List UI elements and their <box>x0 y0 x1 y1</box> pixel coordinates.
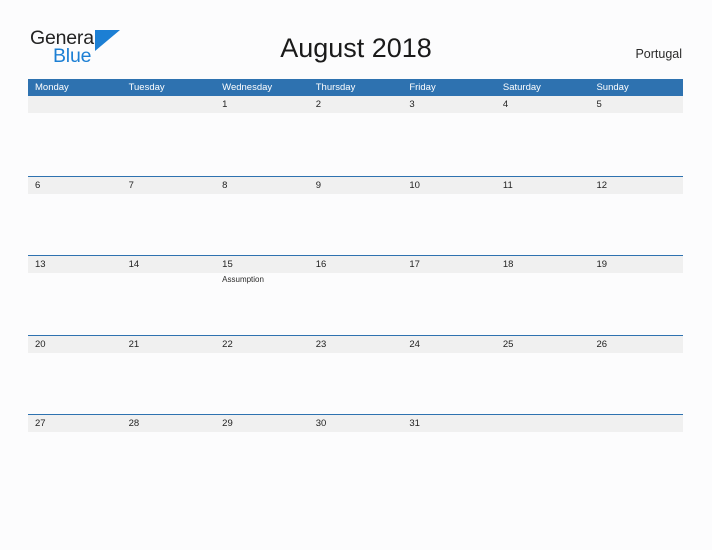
day-cell[interactable]: 29 <box>215 415 309 494</box>
day-number: 12 <box>596 179 608 191</box>
day-number: 25 <box>502 338 514 350</box>
day-number: 30 <box>315 418 327 429</box>
weekday-saturday: Saturday <box>502 82 541 93</box>
day-cell[interactable]: 4 <box>496 96 590 176</box>
day-cell[interactable]: 5 <box>589 96 683 176</box>
day-number: 10 <box>409 179 420 191</box>
day-cell[interactable]: 19 <box>589 256 683 335</box>
day-cell[interactable]: 2 <box>309 96 403 176</box>
day-cell[interactable]: 28 <box>122 415 216 494</box>
day-number: 6 <box>35 179 41 191</box>
day-number: 16 <box>315 259 327 270</box>
day-number: 2 <box>315 99 322 110</box>
day-cell[interactable]: 1 <box>215 96 309 176</box>
calendar-week-row: 6 7 8 9 10 11 12 <box>28 175 683 256</box>
day-number: 22 <box>222 338 233 350</box>
day-number: 24 <box>409 338 420 350</box>
day-number: 19 <box>596 259 608 270</box>
day-cell[interactable]: 6 <box>28 177 122 256</box>
day-cell[interactable]: 20 <box>28 336 122 415</box>
day-cell-empty <box>589 415 683 494</box>
day-cell[interactable]: 18 <box>496 256 590 335</box>
day-cell[interactable]: 7 <box>122 177 216 256</box>
weekday-wednesday: Wednesday <box>222 82 273 93</box>
day-cell[interactable]: 27 <box>28 415 122 494</box>
day-cell[interactable]: 10 <box>402 177 496 256</box>
day-cell[interactable]: 3 <box>402 96 496 176</box>
weekday-sunday: Sunday <box>596 82 629 93</box>
day-number: 5 <box>596 99 602 110</box>
day-cell-empty <box>496 415 590 494</box>
holiday-label: Assumption <box>222 275 264 284</box>
calendar-grid: Monday Tuesday Wednesday Thursday Friday… <box>28 79 683 494</box>
calendar-page: General Blue August 2018 Portugal Monday… <box>0 0 712 550</box>
day-cell[interactable]: 26 <box>589 336 683 415</box>
day-number: 28 <box>128 418 140 429</box>
day-number: 31 <box>409 418 420 429</box>
day-number: 4 <box>502 99 509 110</box>
day-number: 9 <box>315 179 322 191</box>
day-number: 8 <box>222 179 228 191</box>
day-cell[interactable]: 23 <box>309 336 403 415</box>
weekday-monday: Monday <box>35 82 69 93</box>
calendar-week-row: 27 28 29 30 31 <box>28 414 683 494</box>
day-cell[interactable]: 22 <box>215 336 309 415</box>
day-cell[interactable]: 9 <box>309 177 403 256</box>
day-cell-empty <box>122 96 216 176</box>
day-number: 14 <box>128 259 140 270</box>
day-cell[interactable]: 16 <box>309 256 403 335</box>
calendar-week-row: 13 14 15 Assumption 16 17 18 19 <box>28 255 683 335</box>
day-cell[interactable]: 24 <box>402 336 496 415</box>
day-cell-empty <box>28 96 122 176</box>
calendar-weeks: 1 2 3 4 5 6 7 8 9 10 11 12 13 14 15 Assumption 16 17 18 19 2… <box>28 96 683 494</box>
day-cell[interactable]: 12 <box>589 177 683 256</box>
day-number: 20 <box>35 338 46 350</box>
weekday-friday: Friday <box>409 82 436 93</box>
day-number: 23 <box>315 338 327 350</box>
weekday-tuesday: Tuesday <box>128 82 165 93</box>
day-cell[interactable]: 8 <box>215 177 309 256</box>
day-cell[interactable]: 21 <box>122 336 216 415</box>
day-number: 3 <box>409 99 415 110</box>
day-cell[interactable]: 11 <box>496 177 590 256</box>
day-cell[interactable]: 31 <box>402 415 496 494</box>
day-cell[interactable]: 15 Assumption <box>215 256 309 335</box>
day-number: 13 <box>35 259 46 270</box>
day-cell[interactable]: 13 <box>28 256 122 335</box>
page-title: August 2018 <box>280 33 432 63</box>
day-number: 15 <box>222 259 233 270</box>
day-number: 26 <box>596 338 608 350</box>
day-number: 29 <box>222 418 233 429</box>
day-number: 11 <box>502 179 513 191</box>
weekday-thursday: Thursday <box>315 82 356 93</box>
region-label: Portugal <box>635 47 682 61</box>
calendar-week-row: 20 21 22 23 24 25 26 <box>28 334 683 415</box>
calendar-week-row: 1 2 3 4 5 <box>28 96 683 176</box>
day-number: 18 <box>502 259 514 270</box>
page-header: General Blue August 2018 Portugal <box>0 0 712 65</box>
day-cell[interactable]: 14 <box>122 256 216 335</box>
day-number: 7 <box>128 179 134 191</box>
day-number: 1 <box>222 99 228 110</box>
day-number: 17 <box>409 259 420 270</box>
day-number: 27 <box>35 418 46 429</box>
day-cell[interactable]: 25 <box>496 336 590 415</box>
day-number: 21 <box>128 338 140 350</box>
weekday-header-row: Monday Tuesday Wednesday Thursday Friday… <box>28 79 683 96</box>
day-cell[interactable]: 17 <box>402 256 496 335</box>
day-cell[interactable]: 30 <box>309 415 403 494</box>
